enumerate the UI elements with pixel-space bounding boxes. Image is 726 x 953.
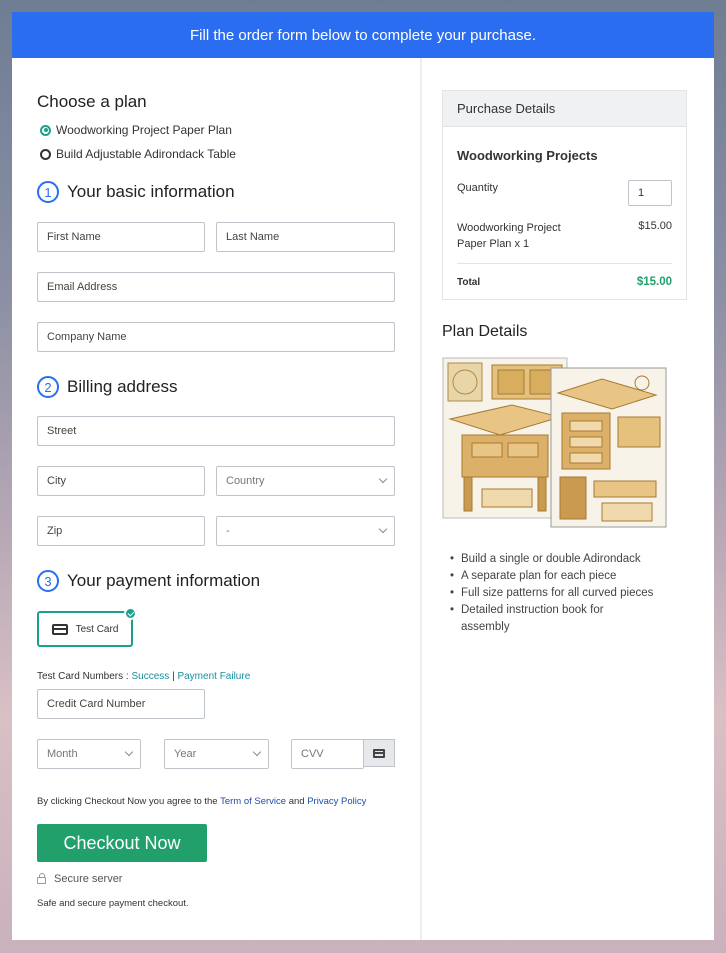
test-card-label: Test Card xyxy=(75,623,119,635)
test-card-numbers-label: Test Card Numbers : xyxy=(37,671,129,682)
company-input[interactable]: Company Name xyxy=(37,322,395,352)
plan-option-label: Woodworking Project Paper Plan xyxy=(56,123,232,137)
plan-option-table[interactable]: Build Adjustable Adirondack Table xyxy=(40,147,236,161)
quantity-input[interactable]: 1 xyxy=(628,180,672,206)
step-number-1: 1 xyxy=(37,181,59,203)
step-number-2: 2 xyxy=(37,376,59,398)
cvv-input[interactable]: CVV xyxy=(291,739,364,769)
country-select-value: Country xyxy=(226,475,265,487)
line-item-qty: Paper Plan x 1 xyxy=(457,238,530,250)
line-item: Woodworking Project Paper Plan x 1 xyxy=(457,220,561,252)
basic-info-heading: Your basic information xyxy=(67,182,235,201)
secure-server-row: Secure server xyxy=(37,873,122,885)
city-input[interactable]: City xyxy=(37,466,205,496)
radio-selected-icon[interactable] xyxy=(40,124,51,136)
month-select-value: Month xyxy=(47,748,78,760)
step-number-3: 3 xyxy=(37,570,59,592)
banner-text: Fill the order form below to complete yo… xyxy=(190,26,536,44)
month-select[interactable]: Month xyxy=(37,739,141,769)
safe-checkout-note: Safe and secure payment checkout. xyxy=(37,898,189,909)
chevron-down-icon xyxy=(124,747,134,757)
product-name: Woodworking Projects xyxy=(457,148,598,163)
billing-heading: Billing address xyxy=(67,377,178,396)
total-value: $15.00 xyxy=(636,276,672,288)
terms-text: By clicking Checkout Now you agree to th… xyxy=(37,796,366,807)
email-input[interactable]: Email Address xyxy=(37,272,395,302)
chevron-down-icon xyxy=(252,747,262,757)
privacy-policy-link[interactable]: Privacy Policy xyxy=(307,796,366,807)
payment-section-header: 3 Your payment information xyxy=(37,570,260,592)
plan-details-bullets: Build a single or double Adirondack A se… xyxy=(448,551,653,636)
list-item: Full size patterns for all curved pieces xyxy=(448,585,653,602)
chevron-down-icon xyxy=(378,524,388,534)
state-select-value: - xyxy=(226,525,230,537)
test-card-numbers: Test Card Numbers : Success | Payment Fa… xyxy=(37,671,250,682)
plan-option-paper-plan[interactable]: Woodworking Project Paper Plan xyxy=(40,123,232,137)
credit-card-icon xyxy=(51,623,68,635)
quantity-label: Quantity xyxy=(457,182,498,194)
line-item-price: $15.00 xyxy=(638,220,672,232)
payment-heading: Your payment information xyxy=(67,571,261,590)
line-item-name: Woodworking Project xyxy=(457,222,561,234)
test-card-option[interactable]: Test Card xyxy=(37,607,137,647)
cvv-placeholder: CVV xyxy=(301,748,324,760)
list-item-continued: assembly xyxy=(461,621,510,633)
radio-unselected-icon[interactable] xyxy=(40,148,51,160)
last-name-input[interactable]: Last Name xyxy=(216,222,395,252)
chevron-down-icon xyxy=(378,474,388,484)
purchase-details-heading: Purchase Details xyxy=(443,91,686,127)
top-banner: Fill the order form below to complete yo… xyxy=(12,12,714,58)
plan-details-heading: Plan Details xyxy=(442,323,528,340)
terms-of-service-link[interactable]: Term of Service xyxy=(220,796,286,807)
street-input[interactable]: Street xyxy=(37,416,395,446)
year-select-value: Year xyxy=(174,748,197,760)
secure-server-text: Secure server xyxy=(54,873,123,885)
credit-card-icon xyxy=(373,748,385,758)
terms-and: and xyxy=(288,796,305,807)
terms-prefix: By clicking Checkout Now you agree to th… xyxy=(37,796,218,807)
check-icon xyxy=(124,607,137,620)
summary-column: Purchase Details Woodworking Projects Qu… xyxy=(422,58,714,940)
first-name-input[interactable]: First Name xyxy=(37,222,205,252)
list-item: Detailed instruction book for xyxy=(448,602,653,619)
basic-info-section-header: 1 Your basic information xyxy=(37,181,235,203)
plan-option-label: Build Adjustable Adirondack Table xyxy=(56,147,236,161)
billing-section-header: 2 Billing address xyxy=(37,376,178,398)
checkout-now-button[interactable]: Checkout Now xyxy=(37,824,207,862)
separator: | xyxy=(172,671,175,682)
payment-failure-link[interactable]: Payment Failure xyxy=(177,671,250,682)
list-item: A separate plan for each piece xyxy=(448,568,653,585)
list-item: Build a single or double Adirondack xyxy=(448,551,653,568)
order-form-card: Choose a plan Woodworking Project Paper … xyxy=(12,58,714,940)
lock-icon xyxy=(37,873,46,884)
form-column: Choose a plan Woodworking Project Paper … xyxy=(12,58,422,940)
year-select[interactable]: Year xyxy=(164,739,269,769)
zip-input[interactable]: Zip xyxy=(37,516,205,546)
plan-product-image xyxy=(442,357,667,528)
country-select[interactable]: Country xyxy=(216,466,395,496)
purchase-details-panel: Purchase Details Woodworking Projects Qu… xyxy=(442,90,687,300)
success-link[interactable]: Success xyxy=(131,671,169,682)
divider xyxy=(457,263,672,264)
choose-plan-heading: Choose a plan xyxy=(37,92,147,111)
cvv-help-button[interactable] xyxy=(363,739,395,767)
card-number-input[interactable]: Credit Card Number xyxy=(37,689,205,719)
total-label: Total xyxy=(457,277,481,288)
state-select[interactable]: - xyxy=(216,516,395,546)
